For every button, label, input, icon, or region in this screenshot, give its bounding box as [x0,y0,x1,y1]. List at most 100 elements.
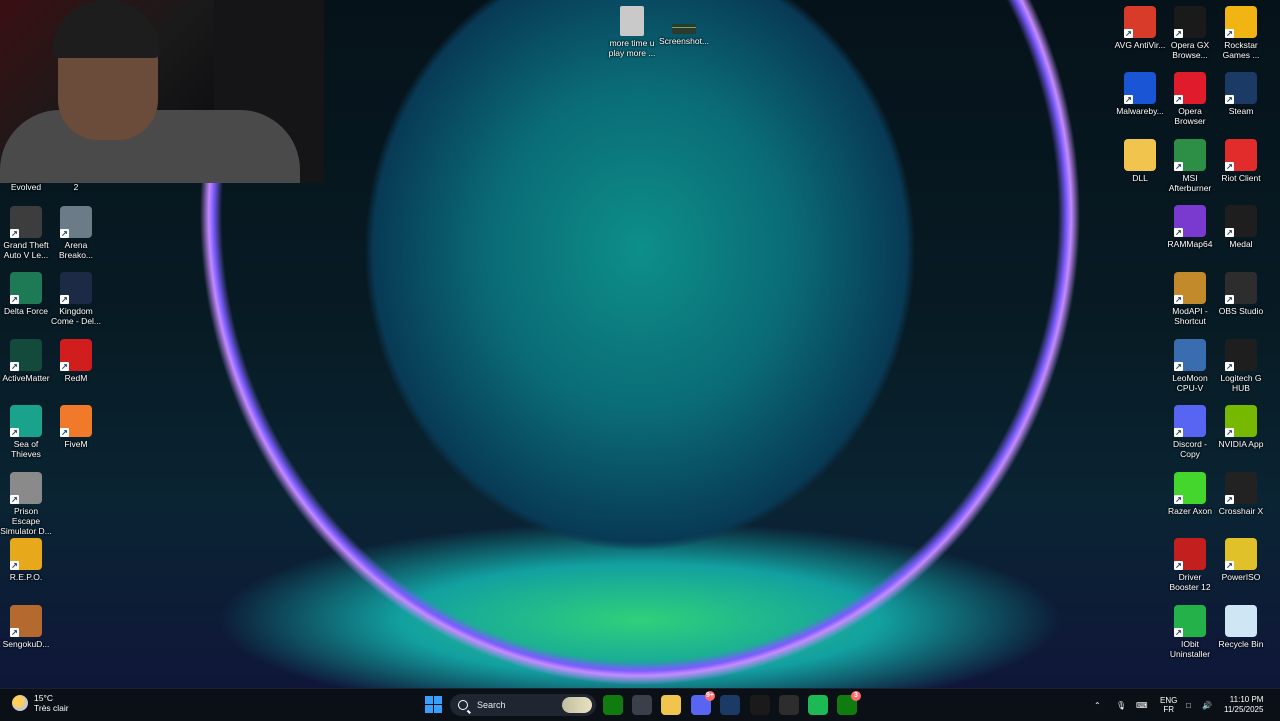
desktop-shortcut-dll[interactable]: DLL [1114,139,1166,183]
razer-axon-icon: ↗ [1174,472,1206,504]
shortcut-arrow-icon: ↗ [60,229,69,238]
desktop-shortcut-riot-client[interactable]: ↗ Riot Client [1215,139,1267,183]
recycle-bin-icon [1225,605,1257,637]
desktop-shortcut-redm[interactable]: ↗ RedM [50,339,102,383]
desktop-file-image[interactable]: more time u play more ... [606,6,658,58]
clock-date: 11/25/2025 [1224,705,1264,714]
shortcut-arrow-icon: ↗ [1225,162,1234,171]
shortcut-arrow-icon: ↗ [1225,362,1234,371]
desktop-shortcut-msi-afterburner[interactable]: ↗ MSI Afterburner [1164,139,1216,193]
search-placeholder: Search [477,700,506,710]
taskbar-obs-icon[interactable] [779,695,799,715]
desktop-shortcut-sea-of-thieves[interactable]: ↗ Sea of Thieves [0,405,52,459]
taskbar-xbox-app-icon[interactable]: 3 [837,691,861,715]
desktop-shortcut-logitech-g-hub[interactable]: ↗ Logitech G HUB [1215,339,1267,393]
desktop-shortcut-driver-booster-12[interactable]: ↗ Driver Booster 12 [1164,538,1216,592]
weather-temp: 15°C [34,693,53,703]
desktop-shortcut-opera-browser[interactable]: ↗ Opera Browser [1164,72,1216,126]
avg-icon: ↗ [1124,6,1156,38]
shortcut-arrow-icon: ↗ [1225,29,1234,38]
modapi-icon: ↗ [1174,272,1206,304]
desktop-shortcut-steam[interactable]: ↗ Steam [1215,72,1267,116]
desktop-shortcut-rockstar-games[interactable]: ↗ Rockstar Games ... [1215,6,1267,60]
desktop-shortcut-obs-studio[interactable]: ↗ OBS Studio [1215,272,1267,316]
shortcut-arrow-icon: ↗ [1174,628,1183,637]
desktop-shortcut-sengokud[interactable]: ↗ SengokuD... [0,605,52,649]
rockstar-icon: ↗ [1225,6,1257,38]
delta-force-icon: ↗ [10,272,42,304]
taskbar-app-icon[interactable] [632,695,652,715]
microphone-icon[interactable]: 🎙 [1116,689,1126,721]
repo-icon: ↗ [10,538,42,570]
desktop-shortcut-crosshair-x[interactable]: ↗ Crosshair X [1215,472,1267,516]
desktop-shortcut-iobit-uninstaller[interactable]: ↗ IObit Uninstaller [1164,605,1216,659]
iobit-uninstaller-icon: ↗ [1174,605,1206,637]
shortcut-arrow-icon: ↗ [60,295,69,304]
shortcut-arrow-icon: ↗ [10,428,19,437]
desktop-shortcut-activematter[interactable]: ↗ ActiveMatter [0,339,52,383]
language-indicator[interactable]: ENG FR [1160,689,1177,721]
volume-icon[interactable]: 🔊 [1202,689,1212,721]
start-button[interactable] [425,696,442,713]
msi-afterburner-icon: ↗ [1174,139,1206,171]
weather-widget[interactable]: 15°C Très clair [12,693,69,713]
search-icon [458,700,468,710]
desktop-shortcut-r-e-p-o[interactable]: ↗ R.E.P.O. [0,538,52,582]
desktop-shortcut-poweriso[interactable]: ↗ PowerISO [1215,538,1267,582]
clock-time: 11:10 PM [1229,695,1264,704]
shortcut-arrow-icon: ↗ [1174,362,1183,371]
shortcut-arrow-icon: ↗ [10,628,19,637]
nvidia-icon: ↗ [1225,405,1257,437]
shortcut-arrow-icon: ↗ [1174,95,1183,104]
redm-icon: ↗ [60,339,92,371]
shortcut-arrow-icon: ↗ [1174,29,1183,38]
taskbar-xbox-icon[interactable] [603,695,623,715]
webcam-overlay [0,0,324,183]
shortcut-arrow-icon: ↗ [10,229,19,238]
taskbar-steam-icon[interactable] [720,695,740,715]
desktop-shortcut-razer-axon[interactable]: ↗ Razer Axon [1164,472,1216,516]
shortcut-arrow-icon: ↗ [1225,295,1234,304]
shortcut-arrow-icon: ↗ [1225,95,1234,104]
shortcut-arrow-icon: ↗ [10,362,19,371]
clock[interactable]: 11:10 PM 11/25/2025 [1224,689,1263,721]
taskbar-file-explorer-icon[interactable] [661,695,681,715]
desktop-shortcut-avg-antivir[interactable]: ↗ AVG AntiVir... [1114,6,1166,50]
desktop-shortcut-arena-breako[interactable]: ↗ Arena Breako... [50,206,102,260]
desktop-shortcut-medal[interactable]: ↗ Medal [1215,205,1267,249]
desktop-file-screenshot[interactable]: Screenshot... [658,6,710,46]
desktop-shortcut-fivem[interactable]: ↗ FiveM [50,405,102,449]
weather-icon [12,695,28,711]
rammap-icon: ↗ [1174,205,1206,237]
prison-escape-icon: ↗ [10,472,42,504]
taskbar-spotify-icon[interactable] [808,695,828,715]
search-box[interactable]: Search [450,694,596,716]
shortcut-arrow-icon: ↗ [1225,561,1234,570]
desktop-shortcut-grand-theft-auto-v-le[interactable]: ↗ Grand Theft Auto V Le... [0,206,52,260]
keyboard-icon[interactable]: ⌨ [1136,689,1148,721]
desktop-shortcut-prison-escape-simulator-d[interactable]: ↗ Prison Escape Simulator D... [0,472,52,536]
network-icon[interactable]: □ [1186,689,1191,721]
desktop-shortcut-recycle-bin[interactable]: Recycle Bin [1215,605,1267,649]
shortcut-arrow-icon: ↗ [10,495,19,504]
desktop-shortcut-rammap64[interactable]: ↗ RAMMap64 [1164,205,1216,249]
shortcut-arrow-icon: ↗ [1174,295,1183,304]
desktop-shortcut-opera-gx-browse[interactable]: ↗ Opera GX Browse... [1164,6,1216,60]
activematter-icon: ↗ [10,339,42,371]
desktop-label-2[interactable]: 2 [50,182,102,192]
medal-icon: ↗ [1225,205,1257,237]
desktop-label-evolved[interactable]: Evolved [0,182,52,192]
desktop-shortcut-nvidia-app[interactable]: ↗ NVIDIA App [1215,405,1267,449]
desktop-shortcut-leomoon-cpu-v[interactable]: ↗ LeoMoon CPU-V [1164,339,1216,393]
desktop-shortcut-modapi-shortcut[interactable]: ↗ ModAPI - Shortcut [1164,272,1216,326]
notification-badge: 9+ [705,691,715,701]
folder-icon [1124,139,1156,171]
tray-chevron-icon[interactable]: ⌃ [1094,689,1101,721]
desktop-shortcut-malwareby[interactable]: ↗ Malwareby... [1114,72,1166,116]
notification-badge: 3 [851,691,861,701]
desktop-shortcut-delta-force[interactable]: ↗ Delta Force [0,272,52,316]
desktop-shortcut-kingdom-come-del[interactable]: ↗ Kingdom Come - Del... [50,272,102,326]
desktop-shortcut-discord-copy[interactable]: ↗ Discord - Copy [1164,405,1216,459]
taskbar-discord-icon[interactable]: 9+ [691,691,715,715]
taskbar-opera-gx-icon[interactable] [750,695,770,715]
